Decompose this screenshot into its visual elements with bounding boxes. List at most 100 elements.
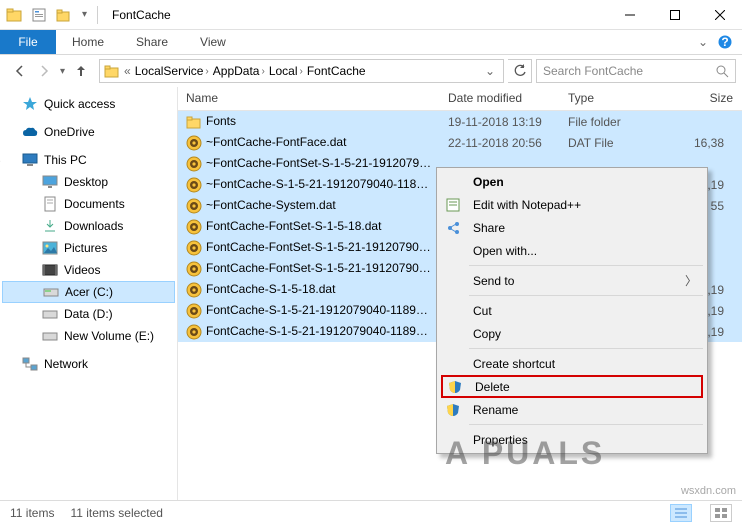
sidebar-this-pc[interactable]: ⌄ This PC	[0, 149, 177, 171]
sidebar-item-data-d[interactable]: Data (D:)	[0, 303, 177, 325]
monitor-icon	[22, 152, 38, 168]
chevron-right-icon: 〉	[685, 272, 697, 289]
dat-file-icon	[186, 303, 202, 319]
sidebar-item-label: Network	[44, 357, 88, 371]
menu-item-label: Create shortcut	[473, 357, 555, 371]
file-name: ~FontCache-FontSet-S-1-5-21-19120790...	[206, 156, 436, 170]
sidebar-item-new-volume-e[interactable]: New Volume (E:)	[0, 325, 177, 347]
search-placeholder: Search FontCache	[543, 64, 715, 78]
refresh-button[interactable]	[508, 59, 532, 83]
desktop-icon	[42, 174, 58, 190]
menu-item-label: Cut	[473, 304, 492, 318]
tab-home[interactable]: Home	[56, 30, 120, 54]
sidebar-item-downloads[interactable]: Downloads	[0, 215, 177, 237]
menu-item-label: Open with...	[473, 244, 537, 258]
download-icon	[42, 218, 58, 234]
status-bar: 11 items 11 items selected	[0, 500, 742, 525]
folder-icon	[104, 64, 120, 78]
menu-share[interactable]: Share	[439, 216, 705, 239]
menu-send-to[interactable]: Send to 〉	[439, 269, 705, 292]
file-name: ~FontCache-FontFace.dat	[206, 135, 346, 149]
ribbon-expand-icon[interactable]: ⌄	[698, 35, 708, 49]
shield-icon	[447, 379, 463, 395]
crumb-appdata[interactable]: AppData	[213, 64, 260, 78]
dat-file-icon	[186, 219, 202, 235]
menu-item-label: Send to	[473, 274, 514, 288]
notepad-icon	[445, 197, 461, 213]
status-selection-count: 11 items selected	[70, 506, 163, 520]
network-icon	[22, 356, 38, 372]
chevron-right-icon[interactable]: ›	[300, 66, 303, 77]
menu-open[interactable]: Open	[439, 170, 705, 193]
dat-file-icon	[186, 282, 202, 298]
crumb-fontcache[interactable]: FontCache	[307, 64, 366, 78]
document-icon	[42, 196, 58, 212]
chevron-right-icon[interactable]: ›	[205, 66, 208, 77]
sidebar-item-label: Pictures	[64, 241, 107, 255]
sidebar-onedrive[interactable]: OneDrive	[0, 121, 177, 143]
sidebar-item-desktop[interactable]: Desktop	[0, 171, 177, 193]
menu-item-label: Properties	[473, 433, 528, 447]
qat-properties-icon[interactable]	[32, 8, 46, 22]
forward-button[interactable]	[36, 63, 52, 79]
search-input[interactable]: Search FontCache	[536, 59, 736, 83]
crumb-localservice[interactable]: LocalService	[135, 64, 204, 78]
menu-open-with[interactable]: Open with...	[439, 239, 705, 262]
file-tab[interactable]: File	[0, 30, 56, 54]
file-date: 22-11-2018 20:56	[440, 136, 560, 150]
sidebar-item-label: Data (D:)	[64, 307, 113, 321]
help-icon[interactable]: ?	[718, 35, 732, 49]
col-size[interactable]: Size	[650, 87, 742, 110]
folder-icon	[186, 114, 202, 130]
menu-create-shortcut[interactable]: Create shortcut	[439, 352, 705, 375]
cloud-icon	[22, 124, 38, 140]
recent-dropdown-icon[interactable]: ▾	[60, 66, 65, 77]
menu-properties[interactable]: Properties	[439, 428, 705, 451]
table-row[interactable]: ~FontCache-FontFace.dat22-11-2018 20:56D…	[178, 132, 742, 153]
back-button[interactable]	[12, 63, 28, 79]
sidebar-quick-access[interactable]: Quick access	[0, 93, 177, 115]
address-dropdown-icon[interactable]: ⌄	[481, 64, 499, 78]
tab-view[interactable]: View	[184, 30, 242, 54]
menu-copy[interactable]: Copy	[439, 322, 705, 345]
menu-edit-notepad[interactable]: Edit with Notepad++	[439, 193, 705, 216]
sidebar-item-label: OneDrive	[44, 125, 95, 139]
menu-delete[interactable]: Delete	[441, 375, 703, 398]
address-bar[interactable]: « LocalService› AppData› Local› FontCach…	[99, 59, 504, 83]
qat-customize-icon[interactable]: ▾	[82, 9, 87, 20]
sidebar-item-documents[interactable]: Documents	[0, 193, 177, 215]
sidebar-item-acer-c[interactable]: Acer (C:)	[2, 281, 175, 303]
minimize-button[interactable]	[607, 0, 652, 30]
chevron-down-icon[interactable]: ⌄	[0, 155, 2, 166]
status-item-count: 11 items	[10, 506, 54, 520]
title-bar: ▾ FontCache	[0, 0, 742, 30]
sidebar-item-videos[interactable]: Videos	[0, 259, 177, 281]
sidebar-item-label: Documents	[64, 197, 125, 211]
tab-share[interactable]: Share	[120, 30, 184, 54]
close-button[interactable]	[697, 0, 742, 30]
drive-icon	[42, 306, 58, 322]
chevron-right-icon[interactable]: ›	[261, 66, 264, 77]
context-menu: Open Edit with Notepad++ Share Open with…	[436, 167, 708, 454]
up-button[interactable]	[73, 63, 89, 79]
table-row[interactable]: Fonts19-11-2018 13:19File folder	[178, 111, 742, 132]
qat-new-folder-icon[interactable]	[56, 8, 72, 22]
dat-file-icon	[186, 261, 202, 277]
col-date[interactable]: Date modified	[440, 87, 560, 110]
menu-item-label: Copy	[473, 327, 501, 341]
sidebar-item-label: This PC	[44, 153, 87, 167]
col-name[interactable]: Name	[178, 87, 440, 110]
details-view-button[interactable]	[670, 504, 692, 522]
menu-cut[interactable]: Cut	[439, 299, 705, 322]
sidebar-item-pictures[interactable]: Pictures	[0, 237, 177, 259]
sidebar-item-label: New Volume (E:)	[64, 329, 154, 343]
crumb-local[interactable]: Local	[269, 64, 298, 78]
menu-rename[interactable]: Rename	[439, 398, 705, 421]
sidebar-network[interactable]: Network	[0, 353, 177, 375]
dat-file-icon	[186, 240, 202, 256]
column-headers: Name Date modified Type Size	[178, 87, 742, 111]
col-type[interactable]: Type	[560, 87, 650, 110]
large-icons-view-button[interactable]	[710, 504, 732, 522]
file-size: 16,38	[650, 136, 742, 150]
maximize-button[interactable]	[652, 0, 697, 30]
